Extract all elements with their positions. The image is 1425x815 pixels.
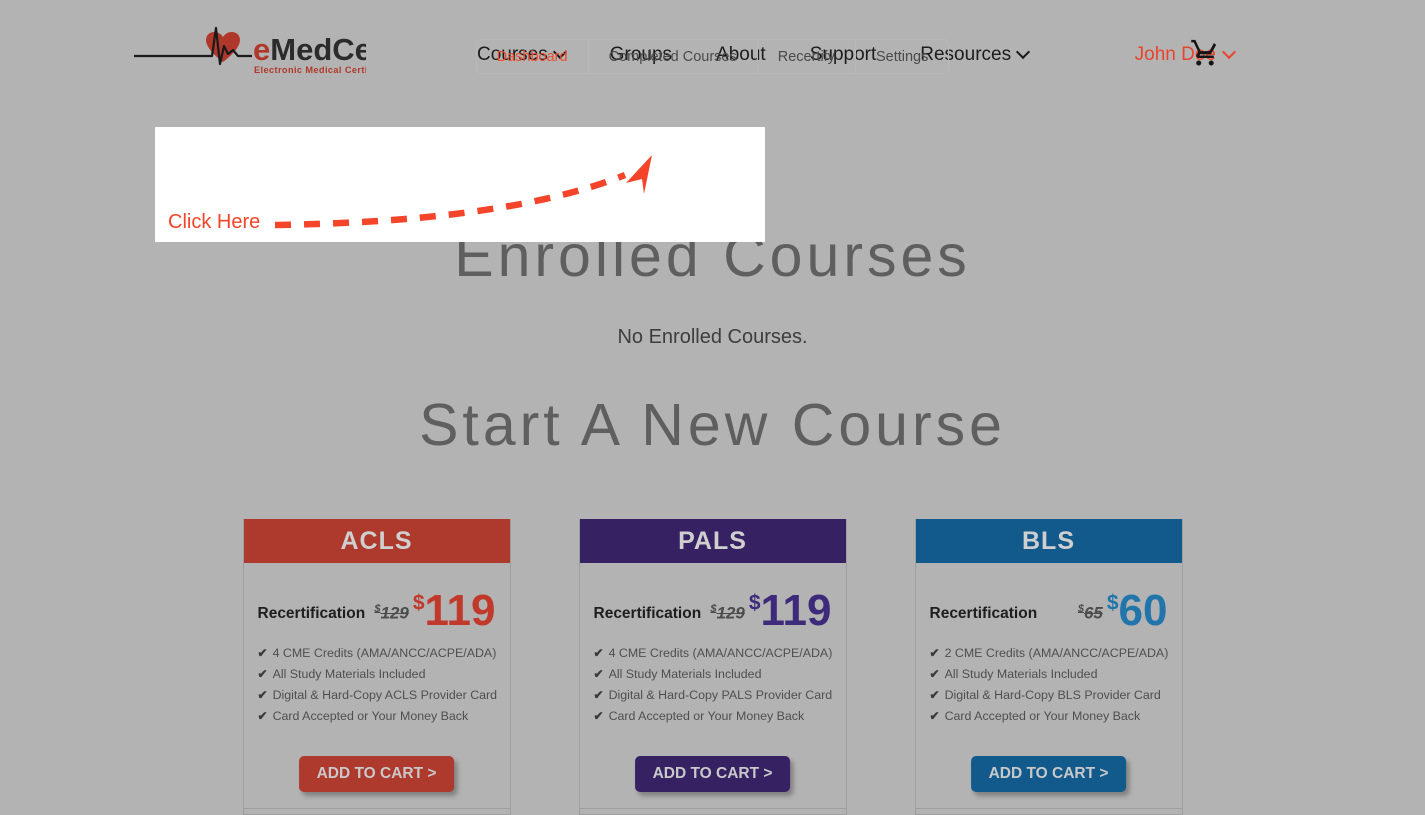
check-icon: ✔	[929, 709, 940, 723]
list-item: ✔ 4 CME Credits (AMA/ANCC/ACPE/ADA)	[257, 643, 497, 664]
add-to-cart-button-bls[interactable]: ADD TO CART >	[970, 756, 1127, 792]
currency-symbol: $	[748, 590, 761, 614]
check-icon: ✔	[593, 688, 604, 702]
old-price-pals: $129	[710, 603, 745, 624]
list-item: ✔ Card Accepted or Your Money Back	[258, 706, 496, 727]
add-to-cart-button-acls[interactable]: ADD TO CART >	[298, 756, 455, 792]
course-card-body-acls: Recertification $129 $119 ✔ 4 CME Credits…	[244, 563, 510, 727]
course-cards: ACLS Recertification $129 $119 ✔ 4 CME Cr…	[0, 519, 1425, 815]
price-group-pals: $129 $119	[710, 588, 832, 632]
price-group-bls: $65 $60	[1078, 588, 1168, 632]
feature-text: Digital & Hard-Copy PALS Provider Card	[608, 688, 833, 702]
list-item: ✔ All Study Materials Included	[594, 664, 832, 685]
onboarding-spotlight: Click Here	[155, 127, 765, 242]
price-row-acls: Recertification $129 $119	[257, 579, 496, 632]
tab-settings[interactable]: Settings	[856, 40, 948, 73]
feature-text: All Study Materials Included	[608, 667, 762, 681]
tab-label-dashboard: Dashboard	[496, 48, 568, 65]
old-price-value-pals: 129	[716, 604, 745, 623]
tab-label-completed-courses: Completed Courses	[608, 48, 737, 65]
check-icon: ✔	[929, 688, 940, 702]
course-card-body-pals: Recertification $129 $119 ✔ 4 CME Credits…	[580, 563, 846, 727]
feature-text: 4 CME Credits (AMA/ANCC/ACPE/ADA)	[272, 646, 497, 660]
list-item: ✔ All Study Materials Included	[258, 664, 496, 685]
feature-list-pals: ✔ 4 CME Credits (AMA/ANCC/ACPE/ADA) ✔ All …	[593, 643, 833, 727]
price-row-bls: Recertification $65 $60	[929, 579, 1168, 632]
feature-text: Digital & Hard-Copy ACLS Provider Card	[272, 688, 498, 702]
check-icon: ✔	[257, 667, 268, 681]
course-card-acls: ACLS Recertification $129 $119 ✔ 4 CME Cr…	[242, 519, 511, 815]
check-icon: ✔	[593, 709, 604, 723]
add-to-cart-button-pals[interactable]: ADD TO CART >	[634, 756, 791, 792]
list-item: ✔ Card Accepted or Your Money Back	[930, 706, 1168, 727]
check-icon: ✔	[593, 646, 604, 660]
check-icon: ✔	[929, 646, 940, 660]
course-code-pals: PALS	[678, 526, 747, 555]
course-cards-next-row	[0, 808, 1425, 815]
price-row-pals: Recertification $129 $119	[593, 579, 832, 632]
dashboard-tabs: Dashboard Completed Courses Recertify Se…	[475, 39, 950, 74]
currency-symbol: $	[1106, 590, 1119, 614]
course-code-bls: BLS	[1022, 526, 1075, 555]
tab-label-recertify: Recertify	[777, 48, 835, 65]
check-icon: ✔	[257, 709, 268, 723]
feature-text: Card Accepted or Your Money Back	[608, 709, 805, 723]
course-type-label-pals: Recertification	[593, 605, 702, 622]
new-price-bls: $60	[1106, 588, 1168, 632]
list-item: ✔ Digital & Hard-Copy PALS Provider Card	[593, 685, 833, 706]
new-price-acls: $119	[412, 588, 496, 632]
list-item: ✔ All Study Materials Included	[930, 664, 1168, 685]
course-card-header-bls: BLS	[915, 519, 1182, 563]
new-price-value-acls: 119	[424, 585, 496, 635]
course-type-label-bls: Recertification	[929, 605, 1038, 622]
old-price-bls: $65	[1078, 603, 1103, 624]
tab-recertify[interactable]: Recertify	[758, 40, 856, 73]
no-enrolled-courses-message: No Enrolled Courses.	[617, 326, 808, 348]
check-icon: ✔	[257, 646, 268, 660]
list-item: ✔ 4 CME Credits (AMA/ANCC/ACPE/ADA)	[593, 643, 833, 664]
feature-text: Card Accepted or Your Money Back	[272, 709, 469, 723]
feature-text: Card Accepted or Your Money Back	[944, 709, 1141, 723]
course-card-stub[interactable]	[242, 808, 511, 815]
old-price-value-acls: 129	[380, 604, 409, 623]
feature-list-acls: ✔ 4 CME Credits (AMA/ANCC/ACPE/ADA) ✔ All …	[257, 643, 498, 727]
tab-label-settings: Settings	[875, 48, 929, 65]
check-icon: ✔	[929, 667, 940, 681]
new-price-value-pals: 119	[760, 585, 832, 635]
check-icon: ✔	[257, 688, 268, 702]
check-icon: ✔	[593, 667, 604, 681]
feature-text: Digital & Hard-Copy BLS Provider Card	[944, 688, 1161, 702]
currency-symbol: $	[412, 590, 425, 614]
course-card-header-pals: PALS	[579, 519, 846, 563]
new-price-pals: $119	[748, 588, 832, 632]
course-card-body-bls: Recertification $65 $60 ✔ 2 CME Credits (…	[916, 563, 1182, 727]
course-code-acls: ACLS	[340, 526, 413, 555]
list-item: ✔ Digital & Hard-Copy ACLS Provider Card	[257, 685, 498, 706]
list-item: ✔ 2 CME Credits (AMA/ANCC/ACPE/ADA)	[929, 643, 1169, 664]
tab-completed-courses[interactable]: Completed Courses	[589, 40, 758, 73]
course-card-header-acls: ACLS	[243, 519, 510, 563]
course-card-pals: PALS Recertification $129 $119 ✔ 4 CME Cr…	[578, 519, 847, 815]
course-card-stub[interactable]	[914, 808, 1183, 815]
old-price-value-bls: 65	[1083, 604, 1103, 623]
feature-text: All Study Materials Included	[272, 667, 426, 681]
feature-list-bls: ✔ 2 CME Credits (AMA/ANCC/ACPE/ADA) ✔ All …	[929, 643, 1169, 727]
feature-text: All Study Materials Included	[944, 667, 1098, 681]
list-item: ✔ Digital & Hard-Copy BLS Provider Card	[930, 685, 1168, 706]
onboarding-click-here-label: Click Here	[168, 211, 261, 233]
list-item: ✔ Card Accepted or Your Money Back	[594, 706, 832, 727]
course-card-bls: BLS Recertification $65 $60 ✔ 2 CME Credi…	[914, 519, 1183, 815]
new-price-value-bls: 60	[1118, 585, 1168, 635]
start-new-course-title: Start A New Course	[419, 392, 1006, 458]
feature-text: 2 CME Credits (AMA/ANCC/ACPE/ADA)	[944, 646, 1169, 660]
course-card-stub[interactable]	[578, 808, 847, 815]
dashboard-tabs-wrapper: Dashboard Completed Courses Recertify Se…	[0, 39, 1425, 74]
course-type-label-acls: Recertification	[257, 605, 366, 622]
tab-dashboard[interactable]: Dashboard	[477, 40, 589, 73]
price-group-acls: $129 $119	[374, 588, 496, 632]
feature-text: 4 CME Credits (AMA/ANCC/ACPE/ADA)	[608, 646, 833, 660]
old-price-acls: $129	[374, 603, 409, 624]
